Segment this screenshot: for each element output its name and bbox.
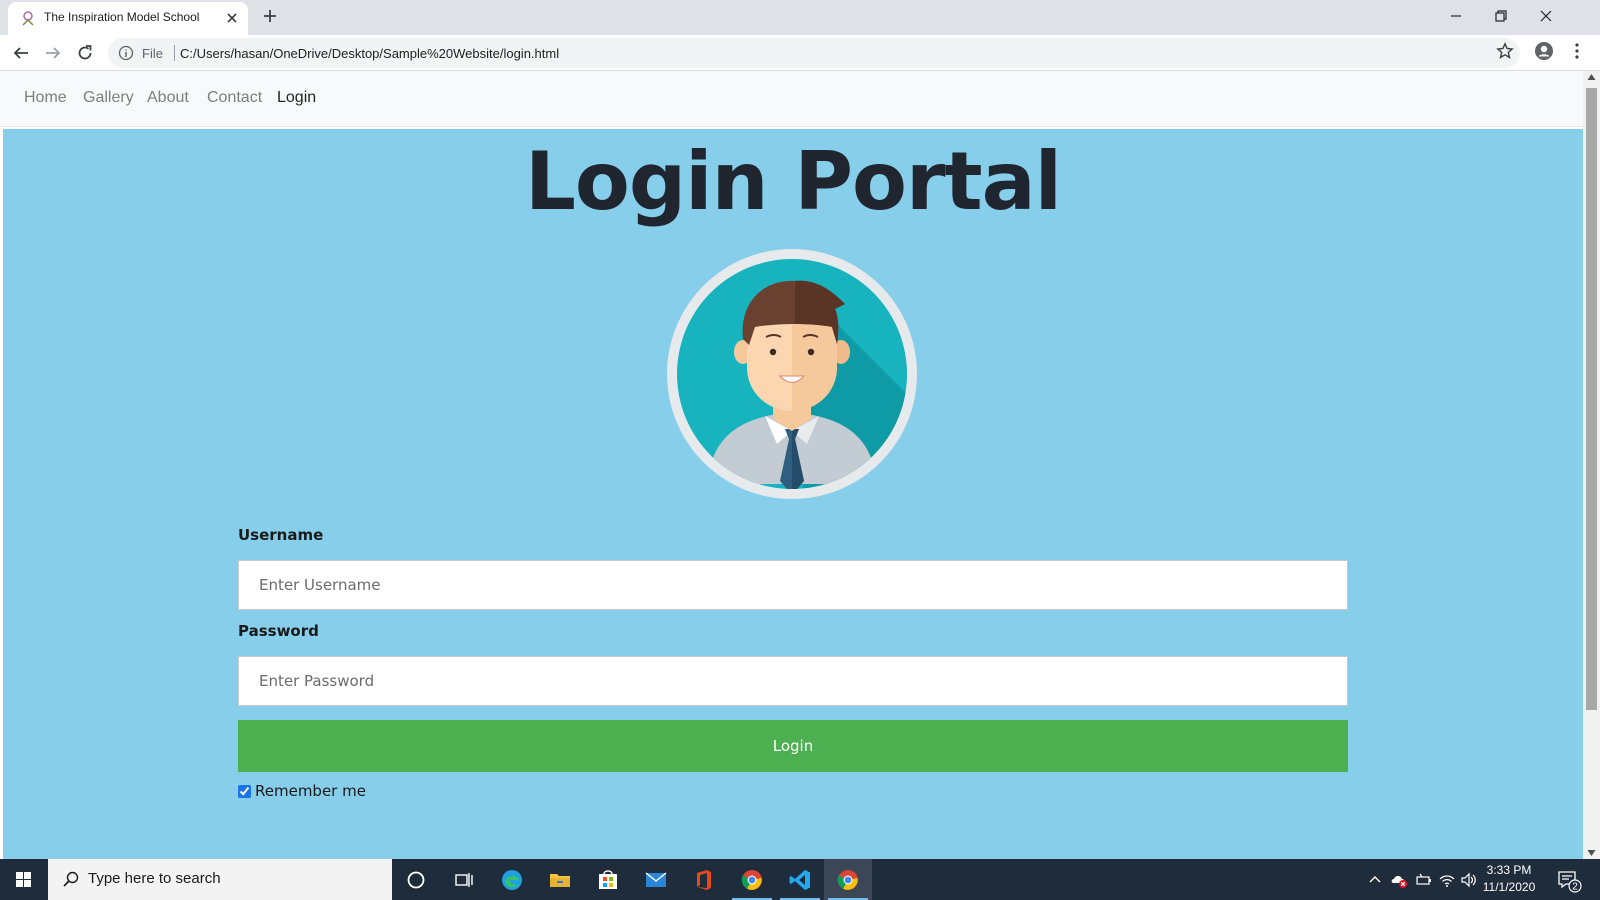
taskbar-cortana[interactable] <box>392 859 440 900</box>
cortana-icon <box>407 871 425 889</box>
taskbar-search-placeholder: Type here to search <box>88 870 221 887</box>
page-scrollbar[interactable] <box>1583 71 1600 859</box>
scroll-down-icon[interactable] <box>1587 849 1596 857</box>
password-label: Password <box>238 622 319 640</box>
omnibox-divider <box>174 45 175 61</box>
url-text[interactable]: C:/Users/hasan/OneDrive/Desktop/Sample%2… <box>180 46 559 61</box>
restore-icon[interactable] <box>1491 6 1511 26</box>
chevron-up-icon[interactable] <box>1366 871 1384 889</box>
username-input[interactable] <box>238 560 1348 610</box>
store-icon <box>599 870 617 889</box>
remember-me-label[interactable]: Remember me <box>255 782 366 800</box>
taskbar-office[interactable] <box>680 859 728 900</box>
address-bar[interactable]: File C:/Users/hasan/OneDrive/Desktop/Sam… <box>108 38 1520 68</box>
username-label: Username <box>238 526 324 544</box>
nav-link-home[interactable]: Home <box>24 89 67 107</box>
page-title: Login Portal <box>524 135 1062 228</box>
forward-arrow-icon[interactable] <box>44 44 62 62</box>
url-scheme-label: File <box>142 46 163 61</box>
clock-time: 3:33 PM <box>1486 863 1532 877</box>
taskbar-edge[interactable] <box>488 859 536 900</box>
minimize-icon[interactable] <box>1446 6 1466 26</box>
kebab-menu-icon[interactable] <box>1574 42 1580 60</box>
taskbar-file-explorer[interactable] <box>536 859 584 900</box>
clock-date: 11/1/2020 <box>1482 880 1536 894</box>
scrollbar-thumb[interactable] <box>1586 88 1597 710</box>
browser-toolbar: File C:/Users/hasan/OneDrive/Desktop/Sam… <box>0 35 1600 71</box>
chrome-icon <box>741 870 762 890</box>
nav-link-about[interactable]: About <box>147 89 189 107</box>
close-window-icon[interactable] <box>1536 6 1556 26</box>
notification-count: 2 <box>1572 882 1578 893</box>
battery-icon[interactable] <box>1414 871 1432 889</box>
back-arrow-icon[interactable] <box>12 44 30 62</box>
taskbar-clock[interactable]: 3:33 PM 11/1/2020 <box>1474 862 1544 896</box>
info-icon[interactable] <box>118 45 134 61</box>
reload-icon[interactable] <box>76 44 94 62</box>
taskbar-mail[interactable] <box>632 859 680 900</box>
task-view-icon <box>455 873 473 887</box>
mail-icon <box>645 872 667 887</box>
chrome-icon <box>837 870 858 890</box>
close-tab-icon[interactable] <box>224 10 240 26</box>
nav-link-login[interactable]: Login <box>277 89 316 107</box>
windows-taskbar: Type here to search 3:33 PM 11/1/2020 2 <box>0 859 1600 900</box>
school-favicon-icon <box>22 11 34 26</box>
login-section: Login Portal Username Enter Username Pas… <box>3 129 1583 859</box>
windows-start-icon[interactable] <box>0 859 48 900</box>
action-center-icon[interactable]: 2 <box>1556 867 1582 893</box>
browser-tab[interactable]: The Inspiration Model School <box>8 2 248 35</box>
tab-title: The Inspiration Model School <box>44 10 200 24</box>
onedrive-error-icon[interactable] <box>1390 871 1408 889</box>
browser-tab-strip: The Inspiration Model School <box>0 0 1600 35</box>
taskbar-search-box[interactable]: Type here to search <box>48 859 392 900</box>
taskbar-store[interactable] <box>584 859 632 900</box>
remember-me-checkbox[interactable] <box>238 784 251 798</box>
edge-icon <box>502 870 522 890</box>
profile-icon[interactable] <box>1534 41 1554 61</box>
bookmark-star-icon[interactable] <box>1496 42 1514 60</box>
search-icon <box>63 871 79 887</box>
remember-me-row: Remember me <box>238 781 366 801</box>
taskbar-chrome-active[interactable] <box>824 859 872 900</box>
user-avatar-image <box>667 249 917 499</box>
scroll-up-icon[interactable] <box>1587 73 1596 81</box>
nav-link-contact[interactable]: Contact <box>207 89 262 107</box>
password-input[interactable] <box>238 656 1348 706</box>
vscode-icon <box>789 870 810 890</box>
file-explorer-icon <box>550 874 570 887</box>
login-button[interactable]: Login <box>238 720 1348 772</box>
nav-link-gallery[interactable]: Gallery <box>83 89 134 107</box>
taskbar-task-view[interactable] <box>440 859 488 900</box>
wifi-icon[interactable] <box>1438 871 1456 889</box>
new-tab-icon[interactable] <box>262 8 278 24</box>
taskbar-chrome[interactable] <box>728 859 776 900</box>
site-navbar: Home Gallery About Contact Login <box>0 71 1583 127</box>
taskbar-vscode[interactable] <box>776 859 824 900</box>
office-icon <box>697 870 711 890</box>
page-viewport: Home Gallery About Contact Login Login P… <box>0 71 1600 859</box>
